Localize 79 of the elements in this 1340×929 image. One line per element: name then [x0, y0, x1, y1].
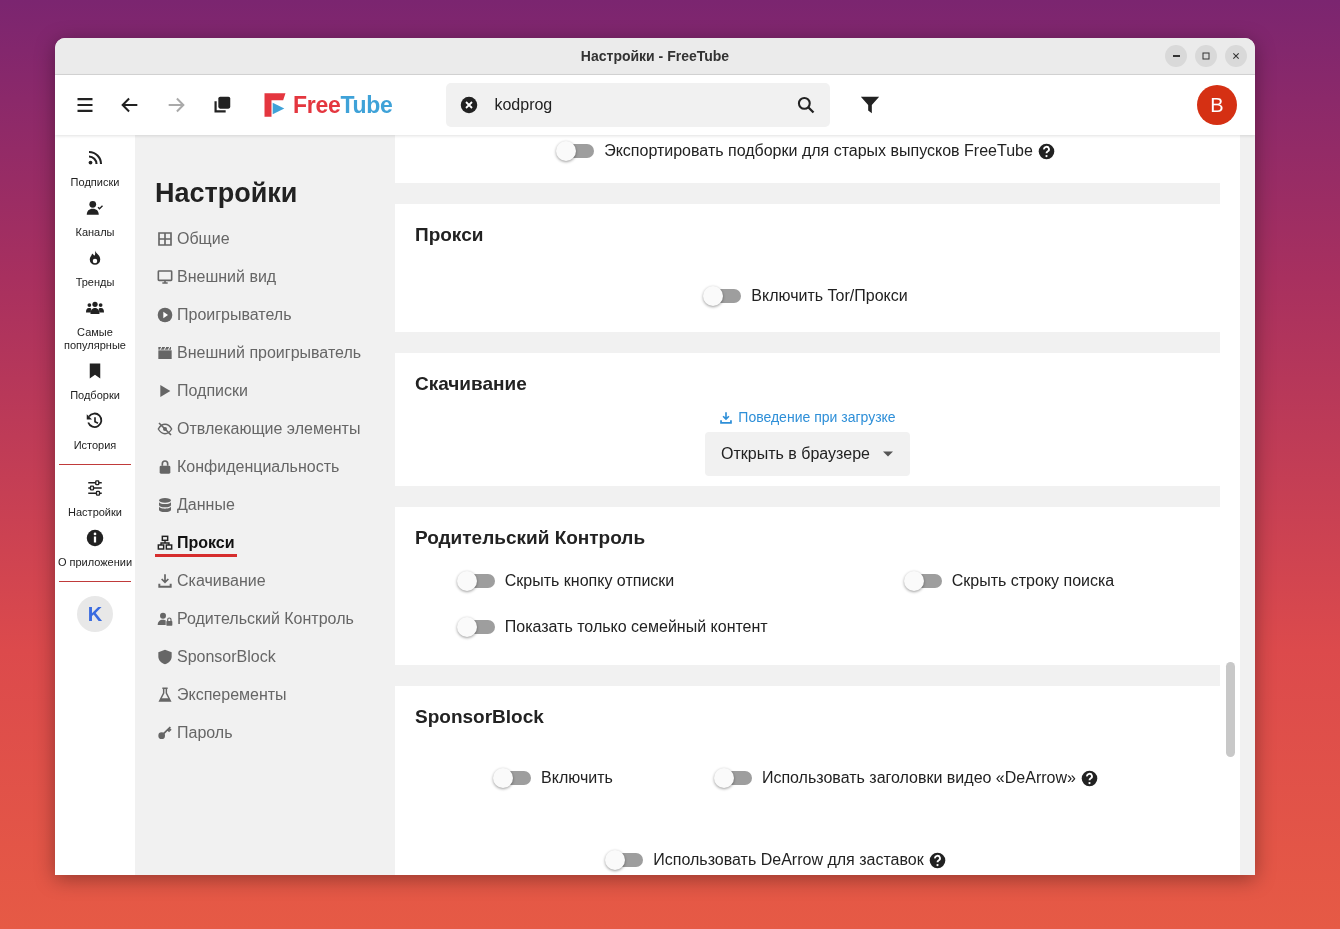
history-icon: [86, 412, 104, 430]
nav-rail-item[interactable]: Подписки: [55, 149, 135, 199]
download-icon: [157, 572, 173, 589]
settings-menu-item[interactable]: Общие: [155, 221, 232, 259]
toggle-switch[interactable]: [907, 574, 942, 588]
sliders-icon: [86, 479, 104, 497]
toggle-switch-row[interactable]: Скрыть кнопку отписки: [460, 569, 675, 593]
flask-icon: [157, 686, 173, 703]
help-icon[interactable]: [1037, 142, 1055, 160]
settings-menu-item[interactable]: SponsorBlock: [155, 639, 278, 677]
section-title: SponsorBlock: [415, 706, 545, 728]
settings-menu-item[interactable]: Данные: [155, 487, 237, 525]
nav-rail-item[interactable]: Каналы: [55, 199, 135, 249]
shield-icon: [157, 648, 173, 665]
dropdown-select[interactable]: Открыть в браузере: [705, 432, 910, 476]
help-icon[interactable]: [1080, 769, 1098, 787]
toggle-switch-row[interactable]: Экспортировать подборки для старых выпусков FreeTube: [560, 139, 1055, 163]
nav-rail-item[interactable]: Настройки: [55, 479, 135, 529]
field-label: Поведение при загрузке: [719, 407, 896, 428]
network-icon: [157, 534, 173, 551]
nav-rail-item[interactable]: О приложении: [55, 529, 135, 579]
toggle-switch-row[interactable]: Включить: [497, 766, 613, 790]
toggle-switch[interactable]: [717, 771, 752, 785]
settings-menu-item[interactable]: Пароль: [155, 715, 235, 753]
user-lock-icon: [157, 610, 173, 627]
settings-menu-item[interactable]: Проигрыватель: [155, 297, 294, 335]
toggle-switch-row[interactable]: Показать только семейный контент: [460, 615, 768, 639]
section-title: Скачивание: [415, 373, 528, 395]
nav-rail-item[interactable]: История: [55, 412, 135, 462]
minimize-button[interactable]: [1165, 45, 1187, 67]
section-title: Прокси: [415, 224, 485, 246]
download-icon: [719, 410, 734, 425]
scrollbar-thumb[interactable]: [1226, 662, 1235, 757]
toggle-switch-row[interactable]: Использовать DeArrow для заставок: [609, 848, 946, 872]
info-icon: [86, 529, 104, 547]
search-field[interactable]: kodprog: [446, 83, 831, 127]
user-check-icon: [86, 199, 104, 217]
page-title: Настройки: [155, 177, 299, 209]
monitor-icon: [157, 268, 173, 285]
settings-menu-item[interactable]: Подписки: [155, 373, 250, 411]
toggle-switch[interactable]: [460, 620, 495, 634]
menu-icon: [75, 95, 95, 115]
nav-rail-item[interactable]: Тренды: [55, 249, 135, 299]
clear-icon[interactable]: [460, 96, 479, 114]
toggle-switch-row[interactable]: Включить Tor/Прокси: [707, 284, 908, 308]
toggle-switch-row[interactable]: Скрыть строку поиска: [907, 569, 1115, 593]
settings-menu-item[interactable]: Родительский Контроль: [155, 601, 356, 639]
minimize-icon: [1172, 55, 1180, 57]
lock-icon: [157, 458, 173, 475]
profile-switcher[interactable]: K: [77, 596, 113, 632]
help-icon[interactable]: [928, 851, 946, 869]
settings-menu-item[interactable]: Отвлекающие элементы: [155, 411, 363, 449]
settings-menu-item[interactable]: Скачивание: [155, 563, 268, 601]
copy-icon: [211, 94, 233, 116]
toggle-switch[interactable]: [460, 574, 495, 588]
rss-icon: [86, 149, 104, 167]
nav-rail-item[interactable]: Подборки: [55, 362, 135, 412]
maximize-button[interactable]: [1195, 45, 1217, 67]
search-input[interactable]: kodprog: [492, 92, 783, 118]
grid-icon: [157, 230, 173, 247]
close-button[interactable]: [1225, 45, 1247, 67]
people-icon: [86, 299, 104, 317]
key-icon: [157, 724, 173, 741]
settings-menu-item[interactable]: Внешний вид: [155, 259, 279, 297]
settings-menu-item[interactable]: Конфиденциальность: [155, 449, 342, 487]
search-icon[interactable]: [796, 95, 817, 115]
section-title: Родительский Контроль: [415, 527, 647, 549]
clapperboard-icon: [157, 344, 173, 361]
settings-menu-item[interactable]: Эксперементы: [155, 677, 289, 715]
database-icon: [157, 496, 173, 513]
settings-menu-item[interactable]: Внешний проигрыватель: [155, 335, 364, 373]
toggle-switch-row[interactable]: Использовать заголовки видео «DeArrow»: [717, 766, 1098, 790]
settings-menu-item[interactable]: Прокси: [155, 531, 237, 557]
window-title: Настройки - FreeTube: [580, 46, 730, 66]
app-logo-text: FreeTube: [293, 90, 393, 120]
play-circle-icon: [157, 306, 173, 323]
profile-avatar[interactable]: B: [1197, 85, 1237, 125]
nav-rail-item[interactable]: Самые популярные: [55, 299, 135, 362]
eye-slash-icon: [157, 420, 173, 437]
